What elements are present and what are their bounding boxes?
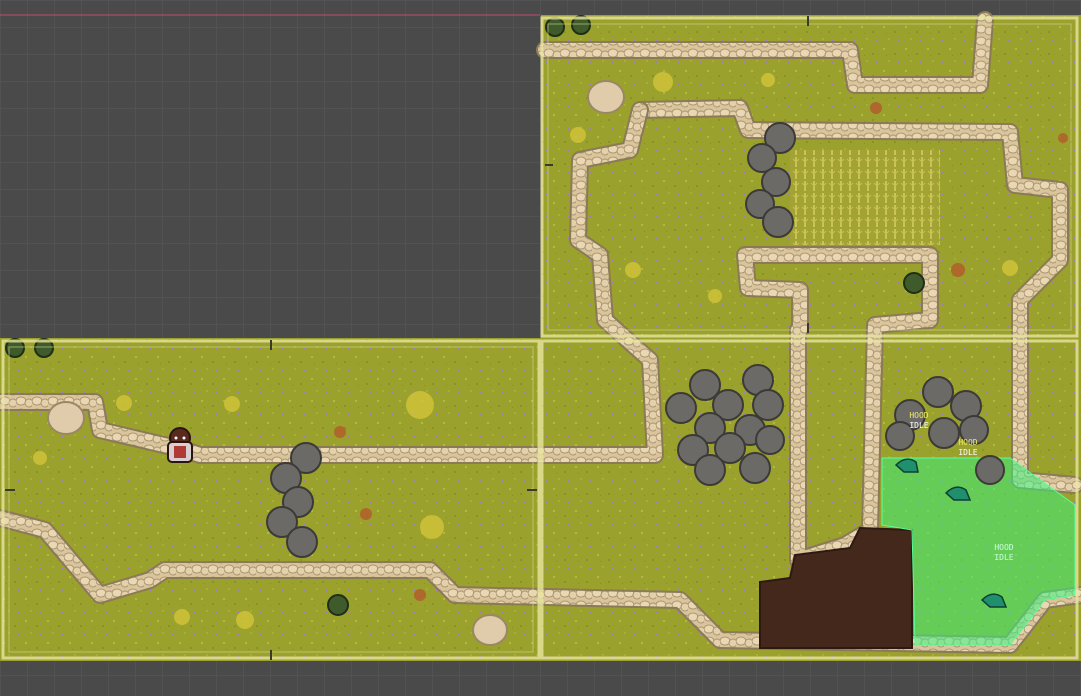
player-character-icon[interactable] [167, 427, 193, 463]
enemy-3-name-label: HOOD [994, 543, 1013, 552]
enemy-1-name-label: HOOD [909, 411, 928, 420]
enemy-3-state-label: IDLE [994, 553, 1013, 562]
enemy-2-name-label: HOOD [958, 438, 977, 447]
game-scene-view[interactable]: HOOD IDLE HOOD IDLE HOOD IDLE [0, 0, 1081, 696]
enemy-2-state-label: IDLE [958, 448, 977, 457]
wheat-field [790, 150, 940, 245]
room-bottom-left-grass [0, 338, 541, 661]
enemy-1-state-label: IDLE [909, 421, 928, 430]
